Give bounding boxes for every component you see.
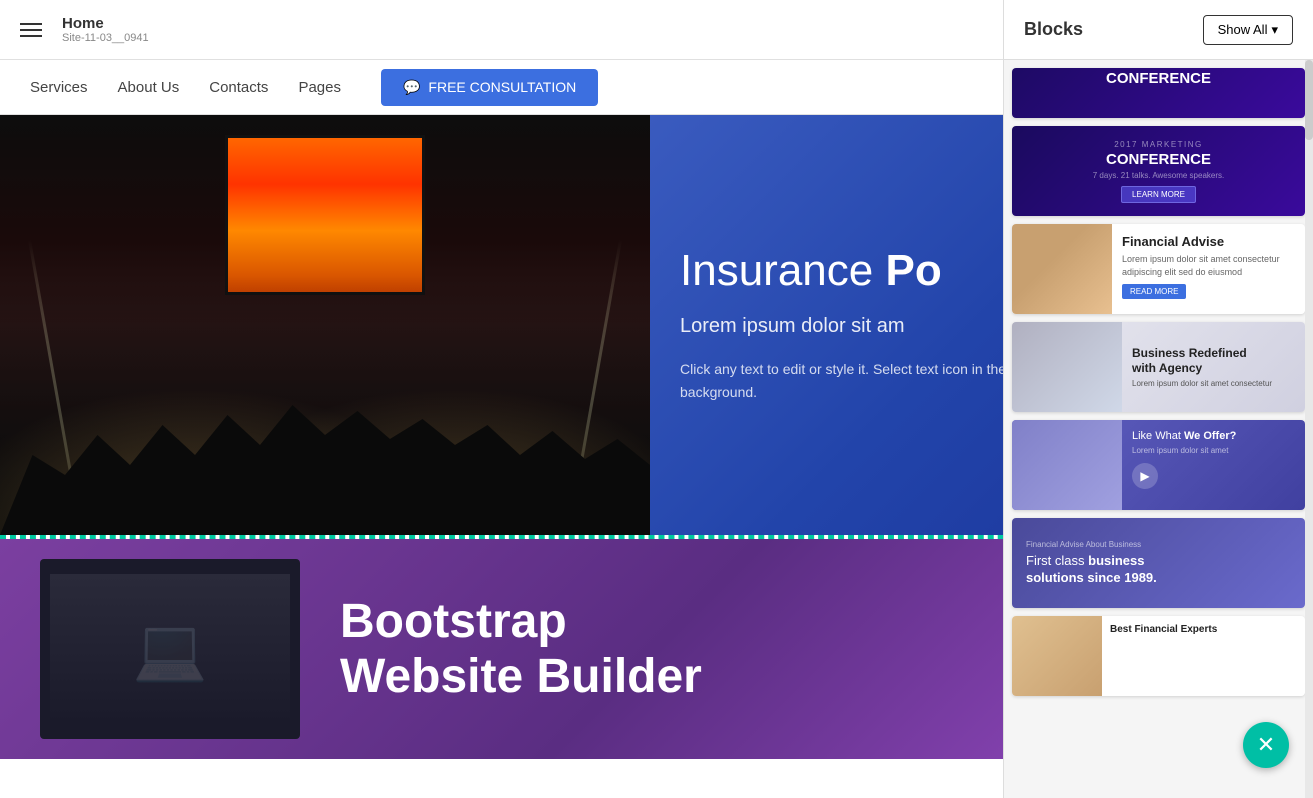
block-title: Business Redefinedwith Agency: [1132, 346, 1295, 375]
block-detail: 7 days. 21 talks. Awesome speakers.: [1093, 171, 1224, 180]
concert-screen: [225, 135, 425, 295]
block-title: Best Financial Experts: [1110, 624, 1297, 635]
list-item[interactable]: Business Redefinedwith Agency Lorem ipsu…: [1012, 322, 1305, 412]
hero-title-text: Insurance Po: [680, 246, 942, 295]
free-consultation-button[interactable]: 💬 FREE CONSULTATION: [381, 69, 598, 106]
hamburger-icon[interactable]: [20, 23, 42, 37]
chat-icon: 💬: [403, 79, 420, 96]
blocks-list: 2017 MARKETING CONFERENCE 2017 MARKETING…: [1004, 60, 1313, 798]
laptop-image: 💻: [40, 559, 300, 739]
nav-link-contacts[interactable]: Contacts: [209, 79, 268, 96]
bootstrap-text[interactable]: Bootstrap Website Builder: [340, 594, 702, 704]
show-all-button[interactable]: Show All ▾: [1203, 15, 1293, 45]
site-title: Home: [62, 15, 149, 32]
list-item[interactable]: 2017 MARKETING CONFERENCE: [1012, 68, 1305, 118]
list-item[interactable]: Like What We Offer? Lorem ipsum dolor si…: [1012, 420, 1305, 510]
block-sublabel: Financial Advise About Business: [1026, 540, 1291, 549]
close-icon: ✕: [1257, 732, 1275, 758]
block-title: Financial Advise: [1122, 234, 1295, 249]
chevron-down-icon: ▾: [1271, 22, 1278, 38]
cta-label: FREE CONSULTATION: [428, 79, 576, 95]
play-icon[interactable]: ▶: [1132, 463, 1158, 489]
list-item[interactable]: Financial Advise Lorem ipsum dolor sit a…: [1012, 224, 1305, 314]
list-item[interactable]: 2017 MARKETING CONFERENCE 7 days. 21 tal…: [1012, 126, 1305, 216]
blocks-panel: Blocks Show All ▾ 2017 MARKETING CONFERE…: [1003, 0, 1313, 798]
scrollbar-thumb[interactable]: [1305, 60, 1313, 140]
show-all-label: Show All: [1218, 22, 1268, 37]
block-cta[interactable]: READ MORE: [1122, 284, 1186, 299]
scrollbar-track[interactable]: [1305, 60, 1313, 798]
laptop-icon: 💻: [133, 614, 208, 685]
block-title: Like What We Offer?: [1132, 430, 1295, 442]
block-text: Lorem ipsum dolor sit amet: [1132, 446, 1295, 455]
blocks-panel-header: Blocks Show All ▾: [1004, 0, 1313, 60]
block-text: Lorem ipsum dolor sit amet consectetur a…: [1122, 253, 1295, 278]
nav-link-pages[interactable]: Pages: [298, 79, 341, 96]
block-title: CONFERENCE: [1106, 151, 1211, 168]
hero-image: [0, 115, 650, 535]
block-cta[interactable]: LEARN MORE: [1121, 186, 1196, 203]
site-id: Site-11-03__0941: [62, 32, 149, 44]
close-panel-button[interactable]: ✕: [1243, 722, 1289, 768]
block-text: Lorem ipsum dolor sit amet consectetur: [1132, 379, 1295, 388]
list-item[interactable]: Best Financial Experts: [1012, 616, 1305, 696]
nav-link-services[interactable]: Services: [30, 79, 88, 96]
block-title: First class businesssolutions since 1989…: [1026, 553, 1291, 587]
site-info: Home Site-11-03__0941: [62, 15, 149, 44]
list-item[interactable]: Financial Advise About Business First cl…: [1012, 518, 1305, 608]
bootstrap-title-line2: Website Builder: [340, 649, 702, 704]
nav-link-about[interactable]: About Us: [118, 79, 180, 96]
bootstrap-title-line1: Bootstrap: [340, 594, 702, 649]
block-sublabel: 2017 MARKETING: [1114, 140, 1203, 149]
blocks-panel-title: Blocks: [1024, 19, 1083, 40]
